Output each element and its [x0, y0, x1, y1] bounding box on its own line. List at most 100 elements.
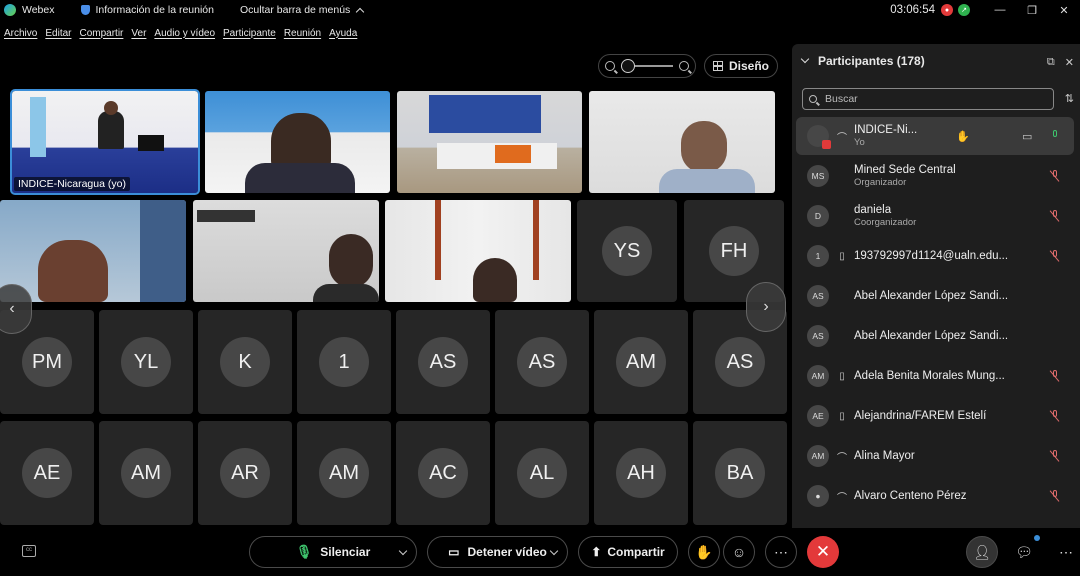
stop-video-button[interactable]: ▭ Detener vídeo	[427, 536, 568, 568]
participant-name: 193792997d1124@ualn.edu...	[854, 250, 1009, 262]
video-tile-3[interactable]	[397, 91, 582, 193]
menu-editar[interactable]: Editar	[45, 28, 71, 39]
avatar-tile[interactable]: AL	[495, 421, 589, 525]
zoom-in-icon[interactable]	[679, 61, 689, 71]
avatar-tile[interactable]: AR	[198, 421, 292, 525]
menu-archivo[interactable]: Archivo	[4, 28, 37, 39]
video-tile-6[interactable]	[193, 200, 379, 302]
microphone-muted-icon[interactable]	[1049, 250, 1060, 262]
menu-participante[interactable]: Participante	[223, 28, 276, 39]
participant-row[interactable]: ⌒ INDICE-Ni... Yo ✋ ▭	[796, 117, 1074, 155]
video-tile-self[interactable]: INDICE-Nicaragua (yo)	[10, 89, 200, 195]
chevron-down-icon[interactable]	[800, 54, 810, 64]
minimize-icon[interactable]: —	[984, 4, 1016, 16]
avatar-tile[interactable]: AM	[594, 310, 688, 414]
zoom-slider[interactable]	[621, 59, 673, 73]
microphone-muted-icon[interactable]	[1049, 170, 1060, 182]
banner-graphic	[429, 95, 541, 133]
avatar-tile[interactable]: YS	[577, 200, 677, 302]
participant-row[interactable]: 1 ▯ 193792997d1124@ualn.edu...	[796, 237, 1074, 275]
menu-compartir[interactable]: Compartir	[79, 28, 123, 39]
menu-reunion[interactable]: Reunión	[284, 28, 321, 39]
avatar-tile[interactable]: BA	[693, 421, 787, 525]
participant-row[interactable]: MS Mined Sede Central Organizador	[796, 157, 1074, 195]
microphone-muted-icon[interactable]	[1049, 370, 1060, 382]
participant-row[interactable]: AE ▯ Alejandrina/FAREM Estelí	[796, 397, 1074, 435]
microphone-muted-icon[interactable]	[1049, 490, 1060, 502]
zoom-control[interactable]	[598, 54, 696, 78]
participants-header[interactable]: Participantes (178)	[800, 54, 925, 68]
chevron-down-icon[interactable]	[398, 546, 408, 556]
participant-row[interactable]: AS Abel Alexander López Sandi...	[796, 277, 1074, 315]
menu-ayuda[interactable]: Ayuda	[329, 28, 357, 39]
microphone-muted-icon[interactable]	[1049, 410, 1060, 422]
popout-icon[interactable]: ⧉	[1047, 56, 1055, 69]
participant-row[interactable]: AM ▯ Adela Benita Morales Mung...	[796, 357, 1074, 395]
video-tile-4[interactable]	[589, 91, 775, 193]
leave-meeting-button[interactable]: ✕	[807, 536, 839, 568]
network-health-icon[interactable]: ↗	[958, 4, 970, 16]
more-options-icon[interactable]: ⋯	[765, 536, 797, 568]
layout-button[interactable]: Diseño	[704, 54, 778, 78]
shield-icon	[80, 5, 90, 15]
avatar-tile[interactable]: AM	[99, 421, 193, 525]
hide-menu-button[interactable]: Ocultar barra de menús	[240, 4, 365, 16]
meeting-clock: 03:06:54	[890, 4, 935, 16]
video-tile-2[interactable]	[205, 91, 390, 193]
sort-icon[interactable]: ⇅	[1065, 92, 1074, 105]
avatar-tile[interactable]: AC	[396, 421, 490, 525]
captions-icon[interactable]: cc	[22, 545, 36, 557]
meeting-info-button[interactable]: Información de la reunión	[80, 4, 214, 16]
mute-label: Silenciar	[320, 545, 371, 559]
avatar-tile[interactable]: AS	[495, 310, 589, 414]
avatar-tile[interactable]: YL	[99, 310, 193, 414]
avatar: AM	[319, 448, 369, 498]
participant-row[interactable]: D daniela Coorganizador	[796, 197, 1074, 235]
participants-icon[interactable]: 👤︎	[966, 536, 998, 568]
video-tile-5[interactable]	[0, 200, 186, 302]
microphone-muted-icon[interactable]	[1049, 210, 1060, 222]
microphone-muted-icon[interactable]	[1049, 450, 1060, 462]
zoom-out-icon[interactable]	[605, 61, 615, 71]
participant-row[interactable]: ● ⌒ Álvaro Centeno Pérez	[796, 477, 1074, 515]
raise-hand-icon[interactable]: ✋	[956, 130, 970, 143]
participant-name: daniela	[854, 204, 892, 216]
menu-audio-video[interactable]: Audio y vídeo	[154, 28, 215, 39]
avatar: AS	[807, 285, 829, 307]
video-camera-icon[interactable]: ▭	[1022, 130, 1032, 143]
participant-body	[659, 169, 755, 193]
avatar: AL	[517, 448, 567, 498]
avatar-tile[interactable]: AE	[0, 421, 94, 525]
zoom-slider-knob[interactable]	[621, 59, 635, 73]
participant-head	[104, 101, 118, 115]
previous-page-icon[interactable]: ‹	[0, 284, 32, 334]
avatar-tile[interactable]: AH	[594, 421, 688, 525]
chevron-down-icon[interactable]	[549, 546, 559, 556]
search-input[interactable]: Buscar	[802, 88, 1054, 110]
avatar: YL	[121, 337, 171, 387]
close-icon[interactable]: ✕	[1048, 4, 1080, 17]
avatar-tile[interactable]: AM	[297, 421, 391, 525]
mute-button[interactable]: 🎙︎ Silenciar	[249, 536, 417, 568]
menu-ver[interactable]: Ver	[131, 28, 146, 39]
self-video-label: INDICE-Nicaragua (yo)	[14, 177, 130, 191]
more-panels-icon[interactable]: ⋯	[1050, 536, 1080, 568]
participant-name: INDICE-Ni...	[854, 124, 918, 136]
avatar-tile[interactable]: AS	[396, 310, 490, 414]
microphone-on-icon[interactable]	[1050, 130, 1060, 142]
close-panel-icon[interactable]: ✕	[1065, 56, 1074, 69]
avatar: YS	[602, 226, 652, 276]
recording-icon[interactable]: ●	[941, 4, 953, 16]
avatar: PM	[22, 337, 72, 387]
raise-hand-icon[interactable]: ✋	[688, 536, 720, 568]
avatar-tile[interactable]: K	[198, 310, 292, 414]
restore-icon[interactable]: ❐	[1016, 4, 1048, 17]
search-placeholder: Buscar	[825, 93, 858, 105]
next-page-icon[interactable]: ›	[746, 282, 786, 332]
reactions-icon[interactable]: ☺	[723, 536, 755, 568]
participant-row[interactable]: AS Abel Alexander López Sandi...	[796, 317, 1074, 355]
share-button[interactable]: ⬆ Compartir	[578, 536, 678, 568]
avatar-tile[interactable]: 1	[297, 310, 391, 414]
video-tile-7[interactable]	[385, 200, 571, 302]
participant-row[interactable]: AM ⌒ Alina Mayor	[796, 437, 1074, 475]
